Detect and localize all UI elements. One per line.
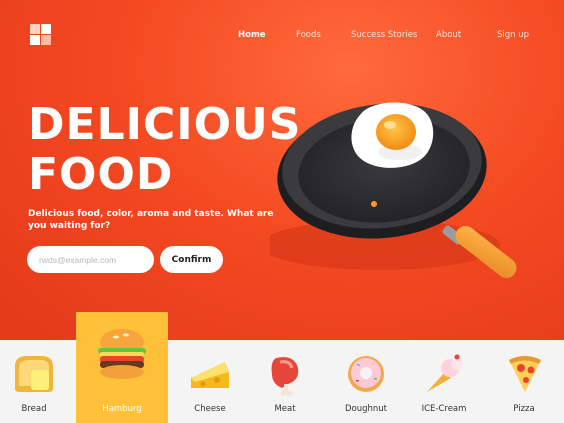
nav-item-home[interactable]: Home <box>238 30 266 40</box>
category-label: Meat <box>274 404 296 414</box>
hero-headline: DELICIOUS FOOD <box>28 100 301 200</box>
nav-item-about[interactable]: About <box>436 30 461 40</box>
category-label: Cheese <box>194 404 226 414</box>
category-cheese[interactable]: Cheese <box>176 340 244 423</box>
email-input[interactable] <box>27 246 154 273</box>
top-nav: Home Foods Success Stories About Sign up <box>0 30 564 44</box>
pizza-icon <box>509 356 541 392</box>
headline-line-1: DELICIOUS <box>28 99 302 150</box>
nav-item-sign-up[interactable]: Sign up <box>497 30 529 40</box>
frying-pan-illustration <box>270 102 517 279</box>
cheese-icon <box>191 362 229 388</box>
category-bar: Bread Hamburg Cheese Meat Doughnut ICE-C… <box>0 312 564 423</box>
doughnut-icon <box>348 356 384 392</box>
headline-line-2: FOOD <box>28 149 174 200</box>
category-label: ICE-Cream <box>421 404 467 414</box>
category-label: Hamburg <box>102 404 142 414</box>
category-label: Pizza <box>513 404 535 414</box>
category-label: Doughnut <box>344 404 388 414</box>
hero-subtitle: Delicious food, color, aroma and taste. … <box>28 209 274 231</box>
nav-item-foods[interactable]: Foods <box>296 30 321 40</box>
category-meat[interactable]: Meat <box>251 340 319 423</box>
category-bread[interactable]: Bread <box>0 340 68 423</box>
category-ice-cream[interactable]: ICE-Cream <box>410 340 478 423</box>
category-doughnut[interactable]: Doughnut <box>332 340 400 423</box>
nav-item-success-stories[interactable]: Success Stories <box>351 30 417 40</box>
meat-icon <box>271 357 299 396</box>
category-pizza[interactable]: Pizza <box>490 340 558 423</box>
category-label: Bread <box>21 404 47 414</box>
confirm-button[interactable]: Confirm <box>160 246 223 273</box>
hero-section: Home Foods Success Stories About Sign up… <box>0 0 564 340</box>
bread-icon <box>15 356 53 392</box>
ice-cream-icon <box>427 354 463 392</box>
hamburger-icon <box>98 329 146 379</box>
category-hamburg[interactable]: Hamburg <box>76 312 168 423</box>
